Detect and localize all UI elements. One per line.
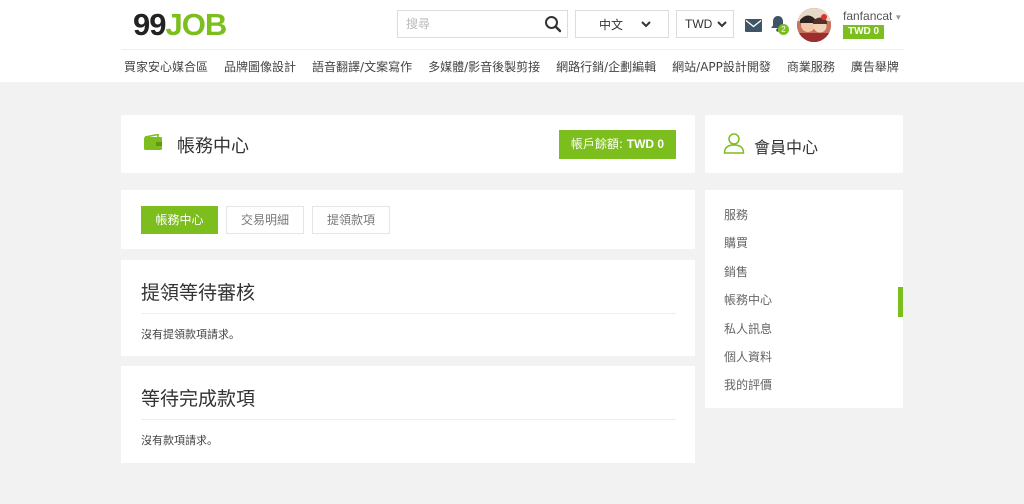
username: fanfancat [843,9,893,23]
sidebar-item-sales[interactable]: 銷售 [705,263,903,291]
header-divider [121,49,904,50]
nav-item[interactable]: 品牌圖像設計 [224,58,296,75]
search-input[interactable] [398,11,538,37]
search-icon[interactable] [544,15,562,37]
tab-account-center[interactable]: 帳務中心 [141,206,218,234]
pending-payment-section: 等待完成款項 沒有款項請求。 [121,366,695,463]
notification-badge: 2 [778,24,789,35]
tab-transaction-details[interactable]: 交易明細 [226,206,304,234]
sidebar-item-services[interactable]: 服務 [705,206,903,234]
tab-withdraw[interactable]: 提領款項 [312,206,390,234]
sidebar-item-label: 個人資料 [724,349,773,364]
logo-text-job: JOB [165,7,227,42]
nav-item[interactable]: 多媒體/影音後製剪接 [428,58,540,75]
bell-icon[interactable]: 2 [770,15,789,36]
nav-item[interactable]: 廣告舉牌 [851,58,899,75]
sidebar-item-label: 服務 [724,208,749,222]
sidebar-item-profile[interactable]: 個人資料 [705,348,903,376]
language-value: 中文 [598,17,623,32]
nav-item[interactable]: 買家安心媒合區 [124,58,208,75]
section-divider [141,313,676,314]
nav-item[interactable]: 網路行銷/企劃編輯 [556,58,656,75]
nav-item[interactable]: 網站/APP設計開發 [672,58,771,75]
user-menu[interactable]: fanfancat ▼ [843,9,902,23]
chevron-down-icon [717,17,728,31]
mail-icon[interactable] [745,17,762,36]
section-title: 等待完成款項 [141,388,256,410]
pending-withdrawal-section: 提領等待審核 沒有提領款項請求。 [121,260,695,356]
sidebar-item-account-center[interactable]: 帳務中心 [705,287,903,319]
sidebar-item-messages[interactable]: 私人訊息 [705,320,903,348]
member-center-title: 會員中心 [754,138,819,157]
sidebar-item-label: 帳務中心 [724,293,773,308]
nav-item[interactable]: 商業服務 [787,58,835,75]
section-message: 沒有提領款項請求。 [141,328,240,341]
sidebar-item-label: 私人訊息 [724,321,773,336]
section-title: 提領等待審核 [141,282,256,304]
currency-select[interactable]: TWD [676,10,734,38]
sidebar-item-label: 我的評價 [724,378,773,393]
member-menu: 服務 購買 銷售 帳務中心 私人訊息 個人資料 我的評價 [705,190,903,408]
chevron-down-icon [641,17,651,31]
account-balance-button[interactable]: 帳戶餘額: TWD 0 [559,130,676,159]
sidebar-item-purchases[interactable]: 購買 [705,234,903,262]
nav-item[interactable]: 語音翻譯/文案寫作 [312,58,412,75]
page-title: 帳務中心 [177,136,249,157]
logo[interactable]: 99JOB [133,7,227,42]
member-center-header: 會員中心 [705,115,903,173]
section-divider [141,419,676,420]
top-bar: 99JOB 中文 TWD 2 [0,0,1024,82]
page-header-card: 帳務中心 帳戶餘額: TWD 0 [121,115,695,173]
avatar[interactable] [797,8,831,42]
language-select[interactable]: 中文 [575,10,669,38]
wallet-icon [143,133,163,155]
section-message: 沒有款項請求。 [141,434,218,447]
sidebar-item-label: 銷售 [724,264,749,279]
user-balance-badge: TWD 0 [843,25,885,39]
caret-down-icon: ▼ [894,13,903,22]
logo-text-99: 99 [133,7,166,42]
search-box [397,10,568,38]
currency-value: TWD [685,17,713,31]
category-nav: 買家安心媒合區 品牌圖像設計 語音翻譯/文案寫作 多媒體/影音後製剪接 網路行銷… [124,58,915,75]
active-indicator [898,287,903,318]
balance-label: 帳戶餘額: [570,137,623,151]
tabs-card: 帳務中心 交易明細 提領款項 [121,190,695,249]
balance-amount: TWD 0 [626,137,665,151]
user-icon [723,132,745,158]
sidebar-item-label: 購買 [724,236,749,251]
sidebar-item-reviews[interactable]: 我的評價 [705,376,903,404]
